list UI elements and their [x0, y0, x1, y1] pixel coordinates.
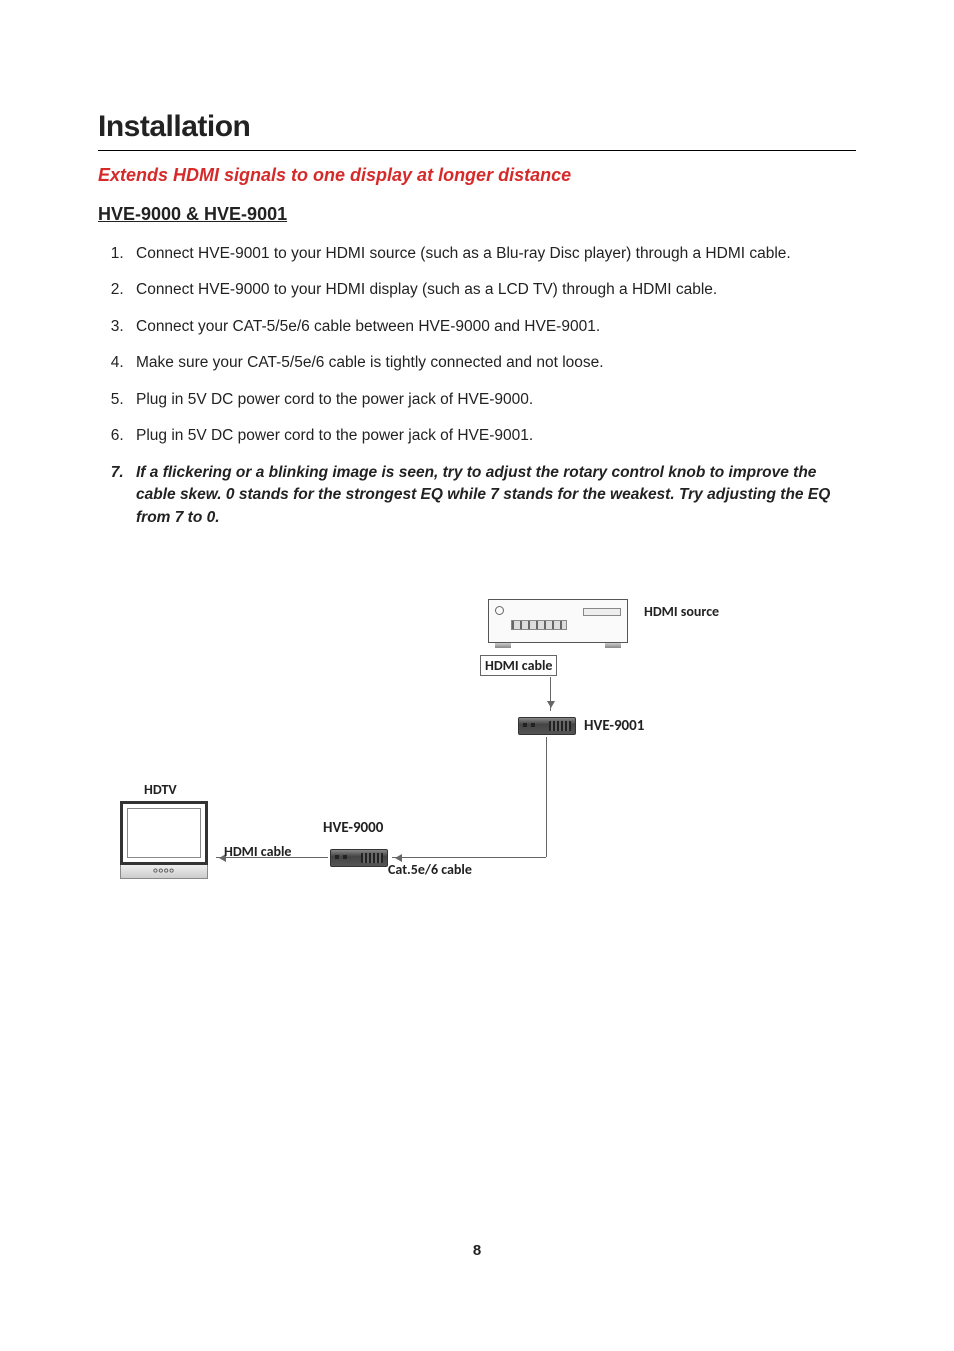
step-item: Connect HVE-9001 to your HDMI source (su… [128, 243, 856, 265]
step-item: Connect your CAT-5/5e/6 cable between HV… [128, 316, 856, 338]
hdmi-cable-2-label: HDMI cable [224, 843, 291, 860]
hve-9000-label: HVE-9000 [323, 819, 383, 837]
hve-9001-icon [518, 717, 576, 735]
step-item-emphasis: If a flickering or a blinking image is s… [128, 462, 856, 529]
step-item: Plug in 5V DC power cord to the power ja… [128, 425, 856, 447]
cat-cable-label: Cat.5e/6 cable [388, 861, 472, 878]
hdtv-icon: ○○○○ [120, 799, 208, 879]
page-number: 8 [0, 1242, 954, 1259]
connection-diagram: HDMI source HDMI cable HVE-9001 Cat.5e/6… [98, 589, 856, 959]
line-vertical-icon [546, 737, 547, 857]
step-item: Plug in 5V DC power cord to the power ja… [128, 389, 856, 411]
hve-9001-label: HVE-9001 [584, 717, 644, 735]
model-heading: HVE-9000 & HVE-9001 [98, 204, 856, 225]
title-rule [98, 150, 856, 151]
section-subtitle: Extends HDMI signals to one display at l… [98, 165, 856, 186]
step-item: Connect HVE-9000 to your HDMI display (s… [128, 279, 856, 301]
arrow-down-icon [550, 677, 551, 711]
arrow-left-icon [392, 857, 546, 858]
step-item: Make sure your CAT-5/5e/6 cable is tight… [128, 352, 856, 374]
steps-list: Connect HVE-9001 to your HDMI source (su… [98, 243, 856, 529]
page-title: Installation [98, 110, 856, 144]
hdtv-label: HDTV [144, 781, 177, 798]
hdmi-cable-1-label: HDMI cable [480, 655, 557, 676]
hdmi-source-label: HDMI source [644, 603, 719, 620]
hdmi-source-icon [488, 599, 628, 643]
hve-9000-icon [330, 849, 388, 867]
